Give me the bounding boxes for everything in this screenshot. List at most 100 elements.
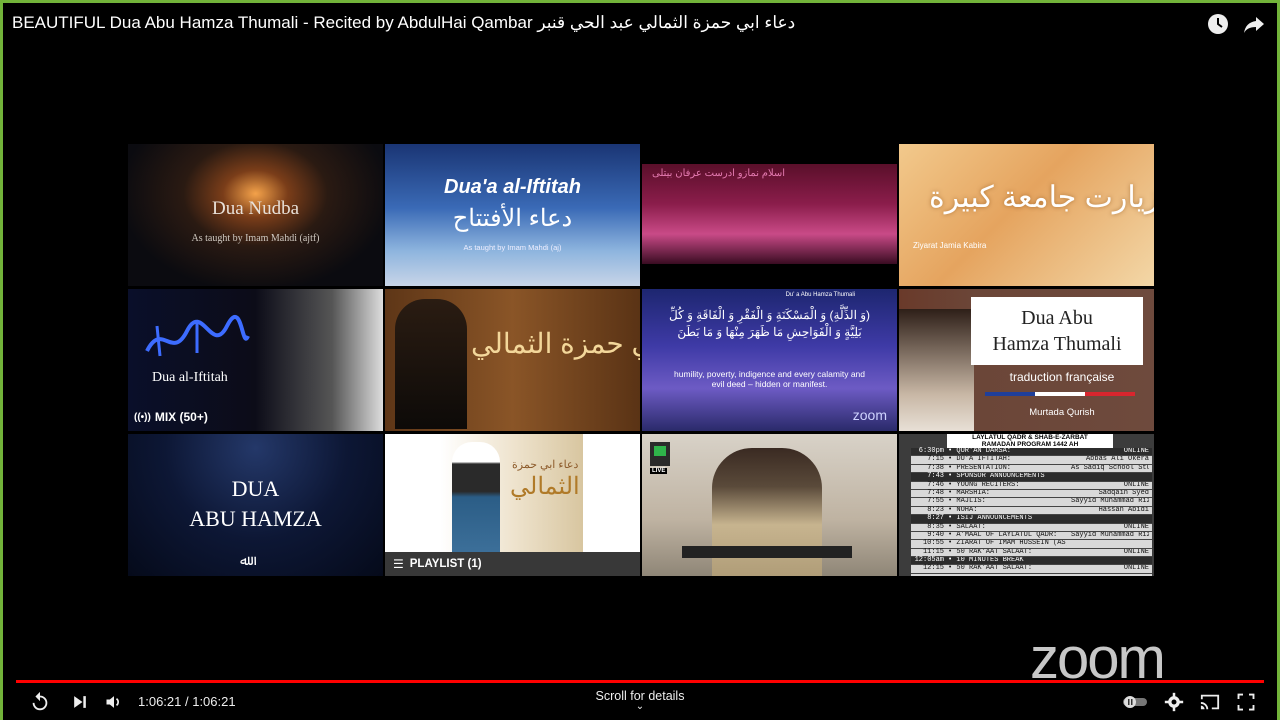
progress-bar[interactable]: [16, 680, 1264, 683]
schedule-row: 6:30pm • QUR'AN DARSA: ONLINE: [911, 447, 1152, 457]
tile-arabic-title: زیارت جامعة کبیرة: [929, 181, 1154, 214]
tile-subtitle: As taught by Imam Mahdi (ajtf): [191, 233, 320, 244]
cast-icon[interactable]: [1198, 690, 1222, 714]
schedule-row: 7:38 • PRESENTATION: As Sadiq School Stude…: [911, 464, 1152, 474]
schedule-cell-time: 8:23: [927, 505, 944, 514]
schedule-cell-time: 8:35: [927, 522, 944, 531]
schedule-cell-item: • QUR'AN DARSA:: [948, 448, 1012, 455]
tile-subtitle: traduction française: [1009, 370, 1115, 384]
video-tile-dua-abu-hamza-french[interactable]: Dua Abu Hamza Thumali traduction françai…: [899, 289, 1154, 431]
playlist-icon: ☰: [393, 557, 404, 571]
video-tile-ramadan-program[interactable]: LAYLATUL QADR & SHAB-E-ZARBAT RAMADAN PR…: [899, 434, 1154, 576]
video-title: BEAUTIFUL Dua Abu Hamza Thumali - Recite…: [12, 13, 796, 32]
playlist-thumbnail: دعاء ابي حمزة الثمالي: [440, 434, 583, 552]
schedule-cell-time: 9:40: [927, 530, 944, 539]
tile-arabic-text: (وَ الذِّلَّةِ) وَ الْمَسْكَنَةِ وَ الْف…: [668, 308, 871, 339]
schedule-cell-item: • YOUNG RECITERS:: [948, 481, 1020, 489]
schedule-cell-time: 12:05am: [914, 556, 944, 565]
tile-thumbnail-image: [642, 164, 897, 264]
volume-icon[interactable]: [102, 690, 126, 714]
schedule-cell-who: [1071, 540, 1149, 547]
schedule-cell-time: 11:15: [922, 547, 944, 556]
schedule-cell-who: Hassan Abidi: [1098, 506, 1149, 514]
tile-title-line1: Dua Abu: [1021, 307, 1093, 329]
schedule-cell-who: ONLINE: [1123, 448, 1149, 455]
schedule-cell-who: ONLINE: [1123, 523, 1149, 531]
schedule-cell-who: Abbas Ali Okera: [1085, 456, 1149, 464]
schedule-cell-time: 7:15: [927, 455, 944, 464]
playlist-tile-abu-hamza[interactable]: دعاء ابي حمزة الثمالي ☰ PLAYLIST (1): [385, 434, 640, 576]
tile-title-line1: DUA: [231, 476, 280, 501]
schedule-row: 10:55 • ZIARAT OF IMAM HUSSEIN (AS) ON TH…: [911, 539, 1152, 549]
time-display: 1:06:21 / 1:06:21: [138, 694, 236, 709]
schedule-cell-time: 7:48: [927, 488, 944, 497]
schedule-row: 11:15 • 50 RAK'AAT SALAAT: ONLINE: [911, 547, 1152, 558]
video-tile-live-lecture[interactable]: LIVE: [642, 434, 897, 576]
schedule-cell-item: • ISIJ ANNOUNCEMENTS: [948, 515, 1033, 523]
calligraphy-logo-icon: ﷲ: [240, 552, 249, 568]
scroll-for-details[interactable]: Scroll for details ⌄: [560, 689, 720, 712]
lower-third-banner: [682, 546, 852, 558]
schedule-header: LAYLATUL QADR & SHAB-E-ZARBAT RAMADAN PR…: [947, 434, 1113, 448]
autoplay-toggle[interactable]: [1120, 690, 1150, 714]
zoom-watermark-small: zoom: [852, 407, 887, 423]
video-tile-dua-abu-hamza-night[interactable]: DUA ABU HAMZA ﷲ: [128, 434, 383, 576]
reciter-photo: [899, 309, 974, 431]
playlist-badge: ☰ PLAYLIST (1): [385, 552, 640, 576]
schedule-row: 7:46 • YOUNG RECITERS: ONLINE: [911, 481, 1152, 490]
playlist-badge-label: PLAYLIST (1): [409, 558, 482, 570]
schedule-cell-item: • ZIARAT OF IMAM HUSSEIN (AS) ON THE NIG…: [948, 540, 1067, 548]
schedule-cell-who: [1071, 473, 1149, 480]
schedule-row: 7:43 • SPONSOR ANNOUNCEMENTS: [911, 472, 1152, 482]
tile-arabic-title: دعاء أبي حمزة الثمالي: [471, 328, 640, 359]
schedule-row: 12:15 • 50 RAK'AAT SALAAT: ONLINE: [911, 564, 1152, 574]
tile-title-line2: ABU HAMZA: [189, 506, 322, 531]
tile-title-line2: Hamza Thumali: [992, 333, 1122, 355]
tile-title: Dua al-Iftitah: [152, 370, 228, 385]
end-screen-grid: Dua Nudba As taught by Imam Mahdi (ajtf)…: [128, 144, 1154, 576]
schedule-cell-time: 6:30pm: [918, 447, 944, 455]
schedule-cell-who: [1071, 557, 1149, 564]
schedule-cell-item: • NOHA:: [948, 506, 978, 514]
chevron-down-icon: ⌄: [635, 701, 645, 712]
schedule-cell-item: • PRESENTATION:: [948, 464, 1012, 472]
schedule-cell-item: • MAJLIS:: [948, 498, 986, 506]
schedule-cell-time: 12:15: [922, 564, 944, 573]
tile-author: Murtada Qurish: [1029, 407, 1095, 418]
mix-tile-dua-iftitah[interactable]: Dua al-Iftitah ((•)) MIX (50+): [128, 289, 383, 431]
video-tile-dua-iftitah[interactable]: Dua'a al-Iftitah دعاء الأفتتاح As taught…: [385, 144, 640, 286]
video-tile-zoom-dua-text[interactable]: Du' a Abu Hamza Thumali (وَ الذِّلَّةِ) …: [642, 289, 897, 431]
next-video-icon[interactable]: [68, 690, 92, 714]
watch-later-clock-icon[interactable]: [1206, 12, 1230, 36]
tile-title-box: Dua Abu Hamza Thumali: [971, 297, 1143, 365]
video-tile-dua-abu-hamza-brown[interactable]: دعاء أبي حمزة الثمالي: [385, 289, 640, 431]
video-tile-pink-recitation[interactable]: اسلام نمازو ادرست عرفان بیتلی: [642, 144, 897, 286]
schedule-header-line2: RAMADAN PROGRAM 1442 AH: [981, 441, 1079, 448]
calligraphy-icon: [145, 315, 250, 357]
replay-icon[interactable]: [28, 690, 52, 714]
schedule-cell-item: • A'MAAL OF LAYLATUL QADR:: [948, 531, 1058, 539]
schedule-cell-who: ONLINE: [1123, 565, 1149, 573]
video-tile-dua-nudba[interactable]: Dua Nudba As taught by Imam Mahdi (ajtf): [128, 144, 383, 286]
schedule-cell-time: 10:55: [922, 539, 944, 548]
schedule-cell-time: 7:55: [927, 497, 944, 506]
tile-arabic-small: دعاء ابي حمزة: [512, 459, 579, 471]
scholar-image: [452, 442, 500, 552]
tile-subtitle: As taught by Imam Mahdi (aj): [463, 243, 562, 252]
settings-gear-icon[interactable]: [1162, 690, 1186, 714]
mix-badge-label: MIX (50+): [154, 410, 208, 424]
tile-title: Dua'a al-Iftitah: [444, 176, 581, 198]
radio-waves-icon: ((•)): [134, 411, 151, 423]
video-tile-ziyarat-jamia[interactable]: زیارت جامعة کبیرة Ziyarat Jamia Kabira: [899, 144, 1154, 286]
schedule-cell-time: 7:43: [927, 472, 944, 481]
french-flag-stripe: [985, 392, 1135, 396]
schedule-table: 6:30pm • QUR'AN DARSA: ONLINE 7:15 • DU'A IF…: [911, 447, 1152, 576]
schedule-cell-item: • SPONSOR ANNOUNCEMENTS: [948, 473, 1045, 481]
tile-header: Du' a Abu Hamza Thumali: [785, 292, 855, 298]
share-arrow-icon[interactable]: [1242, 12, 1266, 36]
schedule-row: 9:40 • A'MAAL OF LAYLATUL QADR: Sayyid Muh…: [911, 530, 1152, 541]
schedule-cell-item: • DU'A IFTITAH:: [948, 456, 1012, 464]
fullscreen-icon[interactable]: [1234, 690, 1258, 714]
schedule-cell-who: ONLINE: [1123, 548, 1149, 556]
schedule-row: 8:27 • ISIJ ANNOUNCEMENTS: [911, 514, 1152, 524]
